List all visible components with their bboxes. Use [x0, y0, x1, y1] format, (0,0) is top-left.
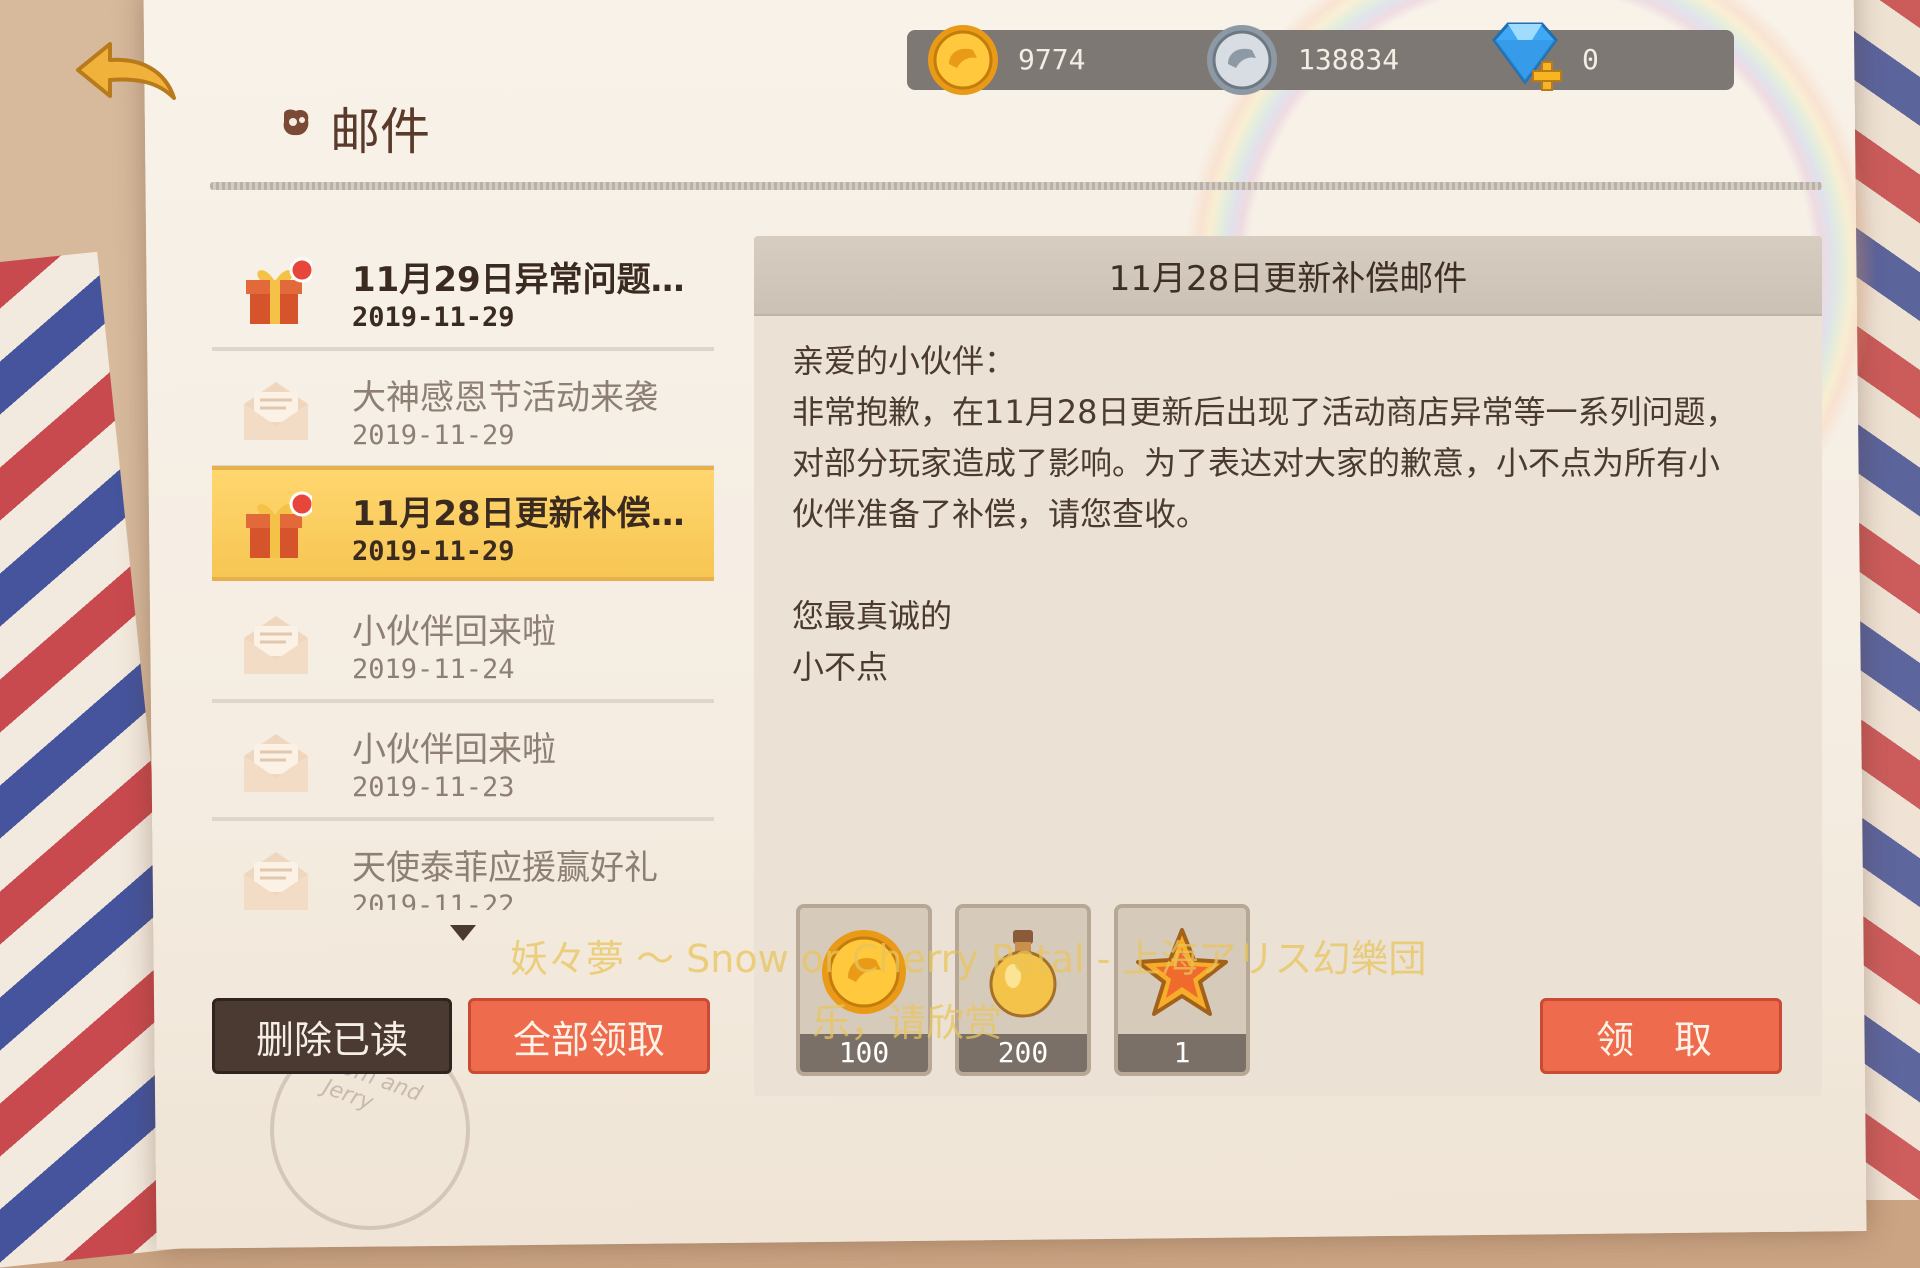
mail-category-icon — [280, 108, 312, 138]
mail-body-line: 对部分玩家造成了影响。为了表达对大家的歉意，小不点为所有小 — [792, 444, 1721, 482]
list-item[interactable]: 小伙伴回来啦 2019-11-24 — [212, 588, 714, 703]
mail-signature: 小不点 — [792, 648, 889, 686]
mail-title: 小伙伴回来啦 — [352, 612, 556, 652]
mail-title: 小伙伴回来啦 — [352, 730, 556, 770]
mail-title: 11月29日异常问题修… — [352, 260, 702, 300]
delete-read-button[interactable]: 删除已读 — [212, 998, 452, 1074]
mail-detail-title: 11月28日更新补偿邮件 — [754, 236, 1822, 316]
reward-count: 1 — [1118, 1034, 1246, 1072]
gold-coin-value: 9774 — [1018, 43, 1086, 76]
gold-coin-icon — [925, 22, 1001, 98]
list-item[interactable]: 小伙伴回来啦 2019-11-23 — [212, 706, 714, 821]
list-item[interactable]: 11月28日更新补偿邮… 2019-11-29 — [212, 466, 714, 581]
envelope-icon — [244, 616, 308, 674]
claim-all-button[interactable]: 全部领取 — [468, 998, 710, 1074]
mail-date: 2019-11-29 — [352, 302, 515, 333]
mail-date: 2019-11-24 — [352, 654, 515, 685]
mail-date: 2019-11-23 — [352, 772, 515, 803]
back-button[interactable] — [70, 36, 180, 116]
mail-date: 2019-11-29 — [352, 420, 515, 451]
mail-title: 天使泰菲应援赢好礼 — [352, 848, 658, 888]
diamond-value: 0 — [1582, 43, 1599, 76]
title-divider — [210, 182, 1822, 190]
diamond-plus-icon[interactable] — [1484, 18, 1562, 94]
mail-body-line: 非常抱歉，在11月28日更新后出现了活动商店异常等一系列问题， — [792, 393, 1738, 431]
envelope-icon — [244, 734, 308, 792]
gift-icon — [246, 257, 312, 324]
mail-list: 11月29日异常问题修… 2019-11-29 大神感恩节活动来袭 2019-1… — [212, 236, 714, 910]
back-arrow-icon — [76, 42, 176, 100]
mail-detail-body: 亲爱的小伙伴： 非常抱歉，在11月28日更新后出现了活动商店异常等一系列问题， … — [792, 336, 1792, 693]
mail-closing: 您最真诚的 — [792, 597, 953, 635]
mail-title: 大神感恩节活动来袭 — [352, 378, 658, 418]
page-title: 邮件 — [330, 103, 430, 161]
envelope-icon — [244, 382, 308, 440]
scroll-down-icon[interactable] — [450, 925, 476, 941]
mail-greeting: 亲爱的小伙伴： — [792, 342, 1017, 380]
gift-icon — [246, 491, 312, 558]
list-item[interactable]: 大神感恩节活动来袭 2019-11-29 — [212, 354, 714, 469]
mail-date: 2019-11-29 — [352, 536, 515, 567]
music-caption-sub: 乐，请欣赏 — [812, 1001, 1003, 1045]
mail-title: 11月28日更新补偿邮… — [352, 494, 702, 534]
claim-button[interactable]: 领 取 — [1540, 998, 1782, 1074]
silver-coin-value: 138834 — [1298, 43, 1400, 76]
mail-date: 2019-11-22 — [352, 890, 515, 910]
list-item[interactable]: 天使泰菲应援赢好礼 2019-11-22 — [212, 824, 714, 910]
envelope-icon — [244, 852, 308, 910]
silver-coin-icon — [1204, 22, 1280, 98]
music-caption: 妖々夢 ～ Snow or Cherry Petal - 上海アリス幻樂団 — [510, 937, 1427, 981]
mail-body-line: 伙伴准备了补偿，请您查收。 — [792, 495, 1209, 533]
list-item[interactable]: 11月29日异常问题修… 2019-11-29 — [212, 236, 714, 351]
